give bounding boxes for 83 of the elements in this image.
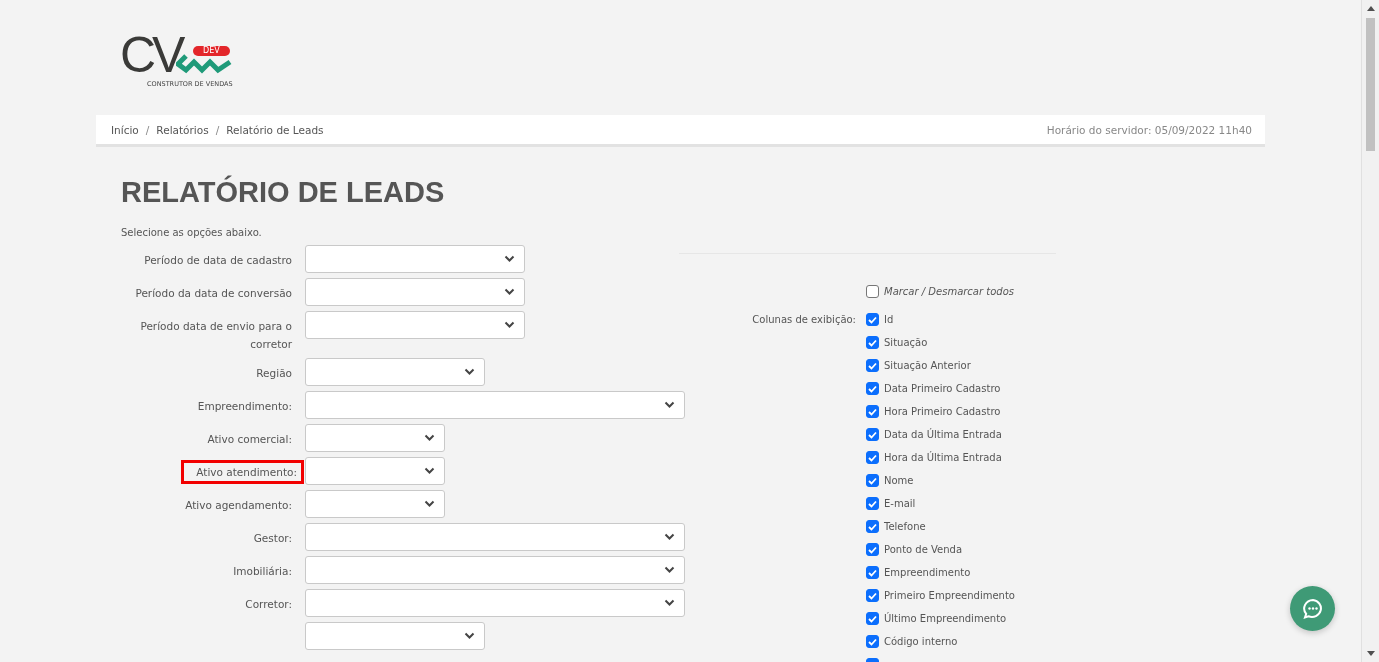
chevron-down-icon [664, 533, 675, 541]
select-field[interactable] [305, 245, 525, 273]
field-label: Ativo comercial: [206, 432, 293, 447]
checkbox-label: Situação [884, 337, 928, 348]
checkbox-label: Último Empreendimento [884, 613, 1007, 624]
field-label: Ativo agendamento: [184, 498, 293, 513]
select-field[interactable] [305, 311, 525, 339]
chevron-down-icon [424, 434, 435, 442]
checkbox-label: Telefone [884, 521, 926, 532]
chevron-down-icon [504, 255, 515, 263]
chevron-down-icon [664, 599, 675, 607]
page-title: RELATÓRIO DE LEADS [121, 175, 446, 209]
scrollbar-thumb[interactable] [1366, 18, 1375, 151]
breadcrumb-link[interactable]: Início [111, 123, 139, 136]
checkbox[interactable] [866, 543, 879, 556]
field-label: Ativo atendimento: [184, 463, 301, 481]
select-field[interactable] [305, 556, 685, 584]
chevron-down-icon [424, 500, 435, 508]
select-field[interactable] [305, 589, 685, 617]
chevron-down-icon [424, 467, 435, 475]
breadcrumb-separator: / [215, 123, 220, 136]
checkbox-label: Nome [884, 475, 914, 486]
instructions-text: Selecione as opções abaixo. [121, 227, 263, 238]
checkbox[interactable] [866, 285, 879, 298]
checkbox-label: Ponto de Venda [884, 544, 963, 555]
chevron-down-icon [504, 288, 515, 296]
select-field[interactable] [305, 424, 445, 452]
checkbox[interactable] [866, 474, 879, 487]
field-label: Empreendimento: [196, 399, 293, 414]
checkbox[interactable] [866, 313, 879, 326]
checkbox-label: Marcar / Desmarcar todos [884, 286, 1014, 297]
checkbox-label: Data da Última Entrada [884, 429, 1002, 440]
breadcrumb-separator: / [145, 123, 150, 136]
select-field[interactable] [305, 457, 445, 485]
logo-letters: CV [120, 30, 182, 80]
breadcrumb-link[interactable]: Relatório de Leads [226, 123, 324, 136]
checkbox[interactable] [866, 405, 879, 418]
scroll-down-icon[interactable] [1366, 651, 1375, 656]
checkbox[interactable] [866, 612, 879, 625]
checkbox[interactable] [866, 428, 879, 441]
field-label: Imobiliária: [232, 564, 293, 579]
field-label: Região [255, 366, 293, 381]
checkbox-label: E-mail [884, 498, 916, 509]
chat-bubble-icon [1301, 597, 1324, 620]
checkbox-label: Código interno [884, 636, 958, 647]
checkbox[interactable] [866, 566, 879, 579]
checkbox-label: Empreendimento [884, 567, 971, 578]
field-label: Gestor: [252, 531, 293, 546]
chevron-down-icon [664, 401, 675, 409]
field-label: Período de data de cadastro [143, 253, 293, 268]
chevron-down-icon [464, 632, 475, 640]
select-field[interactable] [305, 278, 525, 306]
chevron-down-icon [664, 566, 675, 574]
chevron-down-icon [464, 368, 475, 376]
checkbox[interactable] [866, 451, 879, 464]
checkbox[interactable] [866, 497, 879, 510]
checkbox[interactable] [866, 635, 879, 648]
field-label: Corretor: [244, 597, 293, 612]
checkbox[interactable] [866, 382, 879, 395]
select-field[interactable] [305, 622, 485, 650]
checkbox-label: Primeiro Empreendimento [884, 590, 1015, 601]
checkbox-label: Situação Anterior [884, 360, 971, 371]
checkbox[interactable] [866, 520, 879, 533]
field-label: Período data de envio para o corretor [139, 319, 293, 352]
checkbox[interactable] [866, 589, 879, 602]
chevron-down-icon [504, 321, 515, 329]
breadcrumb-link[interactable]: Relatórios [156, 123, 209, 136]
checkbox[interactable] [866, 359, 879, 372]
logo-badge: DEV [193, 46, 230, 56]
select-field[interactable] [305, 490, 445, 518]
field-label: Período da data de conversão [134, 286, 293, 301]
checkbox-label: Data Primeiro Cadastro [884, 383, 1001, 394]
chat-button[interactable] [1290, 586, 1335, 631]
columns-label: Colunas de exibição: [752, 314, 856, 325]
select-field[interactable] [305, 523, 685, 551]
checkbox[interactable] [866, 336, 879, 349]
server-time: Horário do servidor: 05/09/2022 11h40 [1046, 123, 1252, 136]
checkbox-label: Id [884, 314, 894, 325]
scroll-up-icon[interactable] [1366, 6, 1375, 11]
checkbox-label: Hora da Última Entrada [884, 452, 1002, 463]
select-field[interactable] [305, 358, 485, 386]
select-field[interactable] [305, 391, 685, 419]
checkbox-label: Hora Primeiro Cadastro [884, 406, 1001, 417]
